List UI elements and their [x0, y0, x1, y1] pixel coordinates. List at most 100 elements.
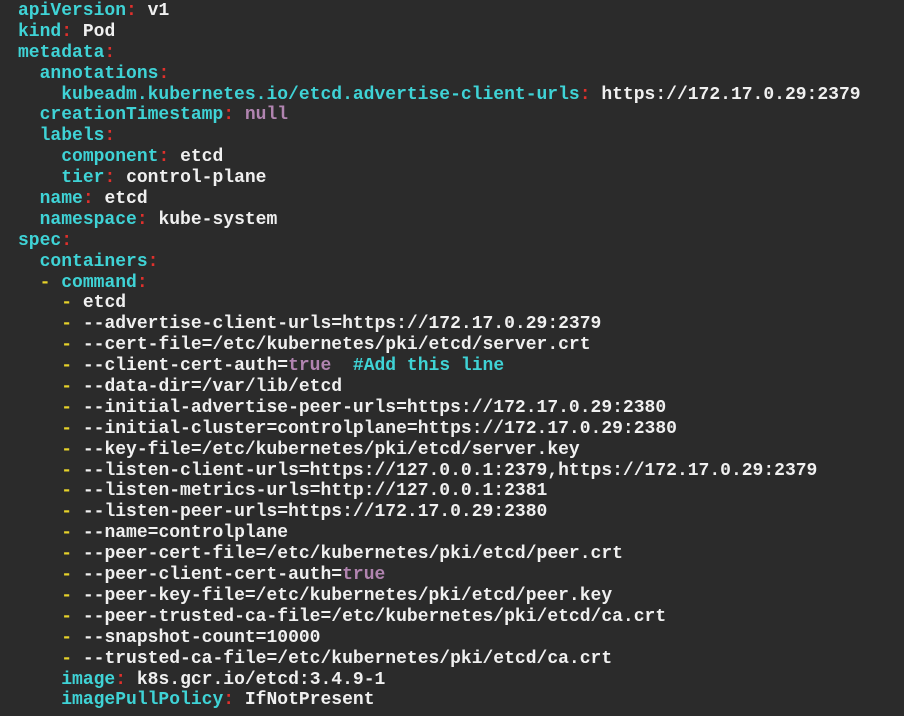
yaml-key: imagePullPolicy: [61, 690, 224, 711]
yaml-line: tier: control-plane: [18, 168, 904, 189]
colon: :: [147, 251, 159, 272]
yaml-value: --name=controlplane: [82, 523, 289, 544]
yaml-line: - --name=controlplane: [18, 523, 904, 544]
list-dash: -: [61, 544, 73, 565]
yaml-line: namespace: kube-system: [18, 210, 904, 231]
yaml-key: containers: [39, 251, 148, 272]
yaml-key: annotations: [39, 63, 159, 84]
yaml-value: etcd: [104, 189, 148, 210]
yaml-value: --trusted-ca-file=/etc/kubernetes/pki/et…: [82, 648, 613, 669]
yaml-line: spec:: [18, 231, 904, 252]
yaml-line: - --peer-client-cert-auth=true: [18, 565, 904, 586]
yaml-value: --initial-advertise-peer-urls=https://17…: [82, 397, 667, 418]
yaml-literal: true: [342, 565, 386, 586]
yaml-line: kind: Pod: [18, 22, 904, 43]
yaml-value: --peer-key-file=/etc/kubernetes/pki/etcd…: [82, 585, 613, 606]
yaml-literal: true: [288, 356, 332, 377]
colon: :: [136, 272, 148, 293]
yaml-line: kubeadm.kubernetes.io/etcd.advertise-cli…: [18, 85, 904, 106]
yaml-line: image: k8s.gcr.io/etcd:3.4.9-1: [18, 670, 904, 691]
yaml-value: v1: [147, 1, 170, 21]
yaml-line: - --initial-advertise-peer-urls=https://…: [18, 398, 904, 419]
yaml-line: - --listen-client-urls=https://127.0.0.1…: [18, 461, 904, 482]
yaml-line: - --advertise-client-urls=https://172.17…: [18, 314, 904, 335]
yaml-value: --peer-trusted-ca-file=/etc/kubernetes/p…: [82, 606, 667, 627]
yaml-line: - --initial-cluster=controlplane=https:/…: [18, 419, 904, 440]
yaml-value: --advertise-client-urls=https://172.17.0…: [82, 314, 602, 335]
yaml-line: name: etcd: [18, 189, 904, 210]
list-dash: -: [61, 460, 73, 481]
colon: :: [223, 690, 235, 711]
list-dash: -: [61, 356, 73, 377]
yaml-key: metadata: [18, 42, 105, 63]
yaml-line: - --client-cert-auth=true #Add this line: [18, 356, 904, 377]
yaml-line: creationTimestamp: null: [18, 105, 904, 126]
colon: :: [223, 105, 235, 126]
list-dash: -: [61, 585, 73, 606]
colon: :: [61, 21, 73, 42]
yaml-value: --peer-cert-file=/etc/kubernetes/pki/etc…: [82, 544, 623, 565]
colon: :: [61, 230, 73, 251]
yaml-value: Pod: [82, 21, 116, 42]
yaml-value: https://172.17.0.29:2379: [601, 84, 861, 105]
yaml-value: --listen-metrics-urls=http://127.0.0.1:2…: [82, 481, 548, 502]
list-dash: -: [61, 397, 73, 418]
colon: :: [136, 209, 148, 230]
yaml-value: control-plane: [126, 168, 267, 189]
yaml-line: - --cert-file=/etc/kubernetes/pki/etcd/s…: [18, 335, 904, 356]
yaml-line: apiVersion: v1: [18, 1, 904, 22]
colon: :: [158, 63, 170, 84]
list-dash: -: [61, 418, 73, 439]
yaml-value: IfNotPresent: [244, 690, 375, 711]
list-dash: -: [61, 293, 73, 314]
yaml-value: --cert-file=/etc/kubernetes/pki/etcd/ser…: [82, 335, 591, 356]
colon: :: [126, 1, 137, 21]
yaml-key: namespace: [39, 209, 137, 230]
yaml-comment: #Add this line: [331, 356, 505, 377]
yaml-key: creationTimestamp: [39, 105, 224, 126]
yaml-literal: null: [244, 105, 289, 126]
yaml-line: - command:: [18, 273, 904, 294]
yaml-line: containers:: [18, 252, 904, 273]
yaml-value: etcd: [180, 147, 224, 168]
list-dash: -: [61, 565, 73, 586]
yaml-key: apiVersion: [18, 1, 127, 21]
colon: :: [579, 84, 591, 105]
yaml-line: component: etcd: [18, 147, 904, 168]
yaml-value: --key-file=/etc/kubernetes/pki/etcd/serv…: [82, 439, 580, 460]
colon: :: [104, 168, 116, 189]
yaml-line: - etcd: [18, 293, 904, 314]
yaml-line: - --listen-peer-urls=https://172.17.0.29…: [18, 502, 904, 523]
yaml-line: - --listen-metrics-urls=http://127.0.0.1…: [18, 481, 904, 502]
yaml-value: --initial-cluster=controlplane=https://1…: [82, 418, 677, 439]
list-dash: -: [61, 502, 73, 523]
yaml-value: --data-dir=/var/lib/etcd: [82, 377, 343, 398]
colon: :: [104, 42, 116, 63]
yaml-line: - --snapshot-count=10000: [18, 628, 904, 649]
list-dash: -: [61, 481, 73, 502]
yaml-line: - --data-dir=/var/lib/etcd: [18, 377, 904, 398]
yaml-value: kube-system: [158, 209, 278, 230]
yaml-line: metadata:: [18, 43, 904, 64]
yaml-line: - --key-file=/etc/kubernetes/pki/etcd/se…: [18, 440, 904, 461]
list-dash: -: [61, 377, 73, 398]
yaml-value: --snapshot-count=10000: [82, 627, 321, 648]
yaml-key: tier: [61, 168, 105, 189]
yaml-key: labels: [39, 126, 105, 147]
yaml-line: - --trusted-ca-file=/etc/kubernetes/pki/…: [18, 649, 904, 670]
yaml-value: --client-cert-auth=: [82, 356, 289, 377]
list-dash: -: [61, 439, 73, 460]
yaml-key: kind: [18, 21, 62, 42]
yaml-value: --listen-client-urls=https://127.0.0.1:2…: [82, 460, 818, 481]
yaml-key: component: [61, 147, 159, 168]
yaml-key: name: [39, 189, 83, 210]
colon: :: [158, 147, 170, 168]
list-dash: -: [39, 272, 51, 293]
yaml-value: --peer-client-cert-auth=: [82, 565, 343, 586]
yaml-value: etcd: [82, 293, 127, 314]
terminal-yaml-view[interactable]: apiVersion: v1 kind: Pod metadata: annotat…: [0, 0, 904, 711]
list-dash: -: [61, 606, 73, 627]
yaml-line: - --peer-trusted-ca-file=/etc/kubernetes…: [18, 607, 904, 628]
yaml-key: spec: [18, 230, 62, 251]
yaml-value: --listen-peer-urls=https://172.17.0.29:2…: [82, 502, 548, 523]
